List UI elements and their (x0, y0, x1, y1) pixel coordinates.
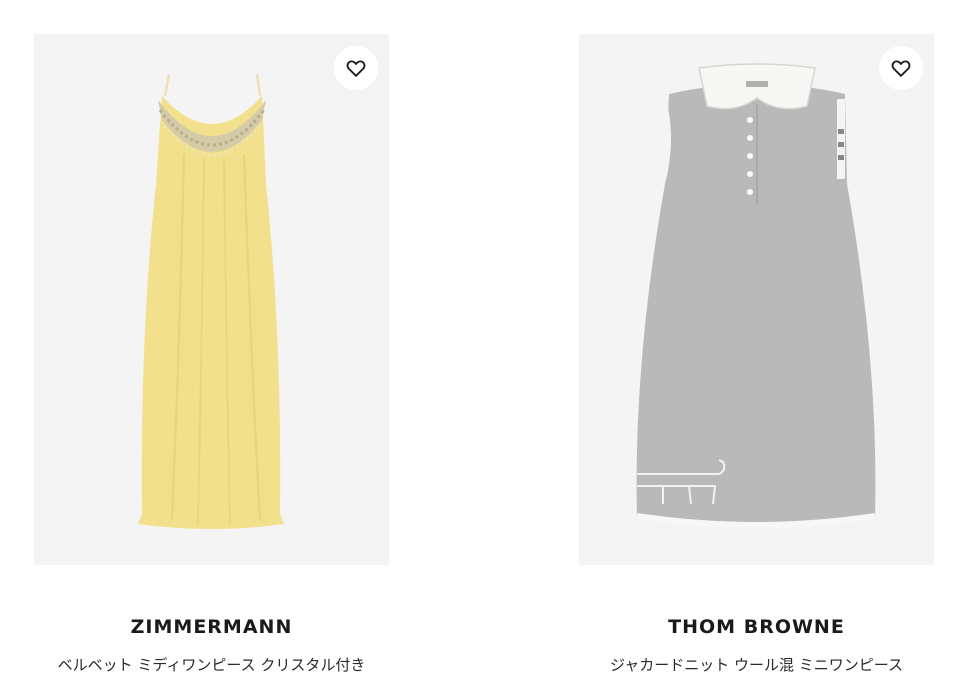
yellow-dress-image (138, 73, 284, 529)
wishlist-button[interactable] (334, 46, 378, 90)
product-name[interactable]: ベルベット ミディワンピース クリスタル付き (24, 654, 399, 675)
gray-dress-image (636, 63, 876, 528)
wishlist-button[interactable] (879, 46, 923, 90)
heart-icon (891, 60, 911, 77)
product-brand[interactable]: ZIMMERMANN (34, 616, 389, 638)
product-brand[interactable]: THOM BROWNE (579, 616, 934, 638)
product-image[interactable] (579, 34, 934, 565)
product-card[interactable]: ZIMMERMANN ベルベット ミディワンピース クリスタル付き (34, 34, 389, 674)
heart-icon (346, 60, 366, 77)
product-card[interactable]: THOM BROWNE ジャカードニット ウール混 ミニワンピース (579, 34, 934, 674)
product-name[interactable]: ジャカードニット ウール混 ミニワンピース (569, 654, 944, 675)
product-image[interactable] (34, 34, 389, 565)
